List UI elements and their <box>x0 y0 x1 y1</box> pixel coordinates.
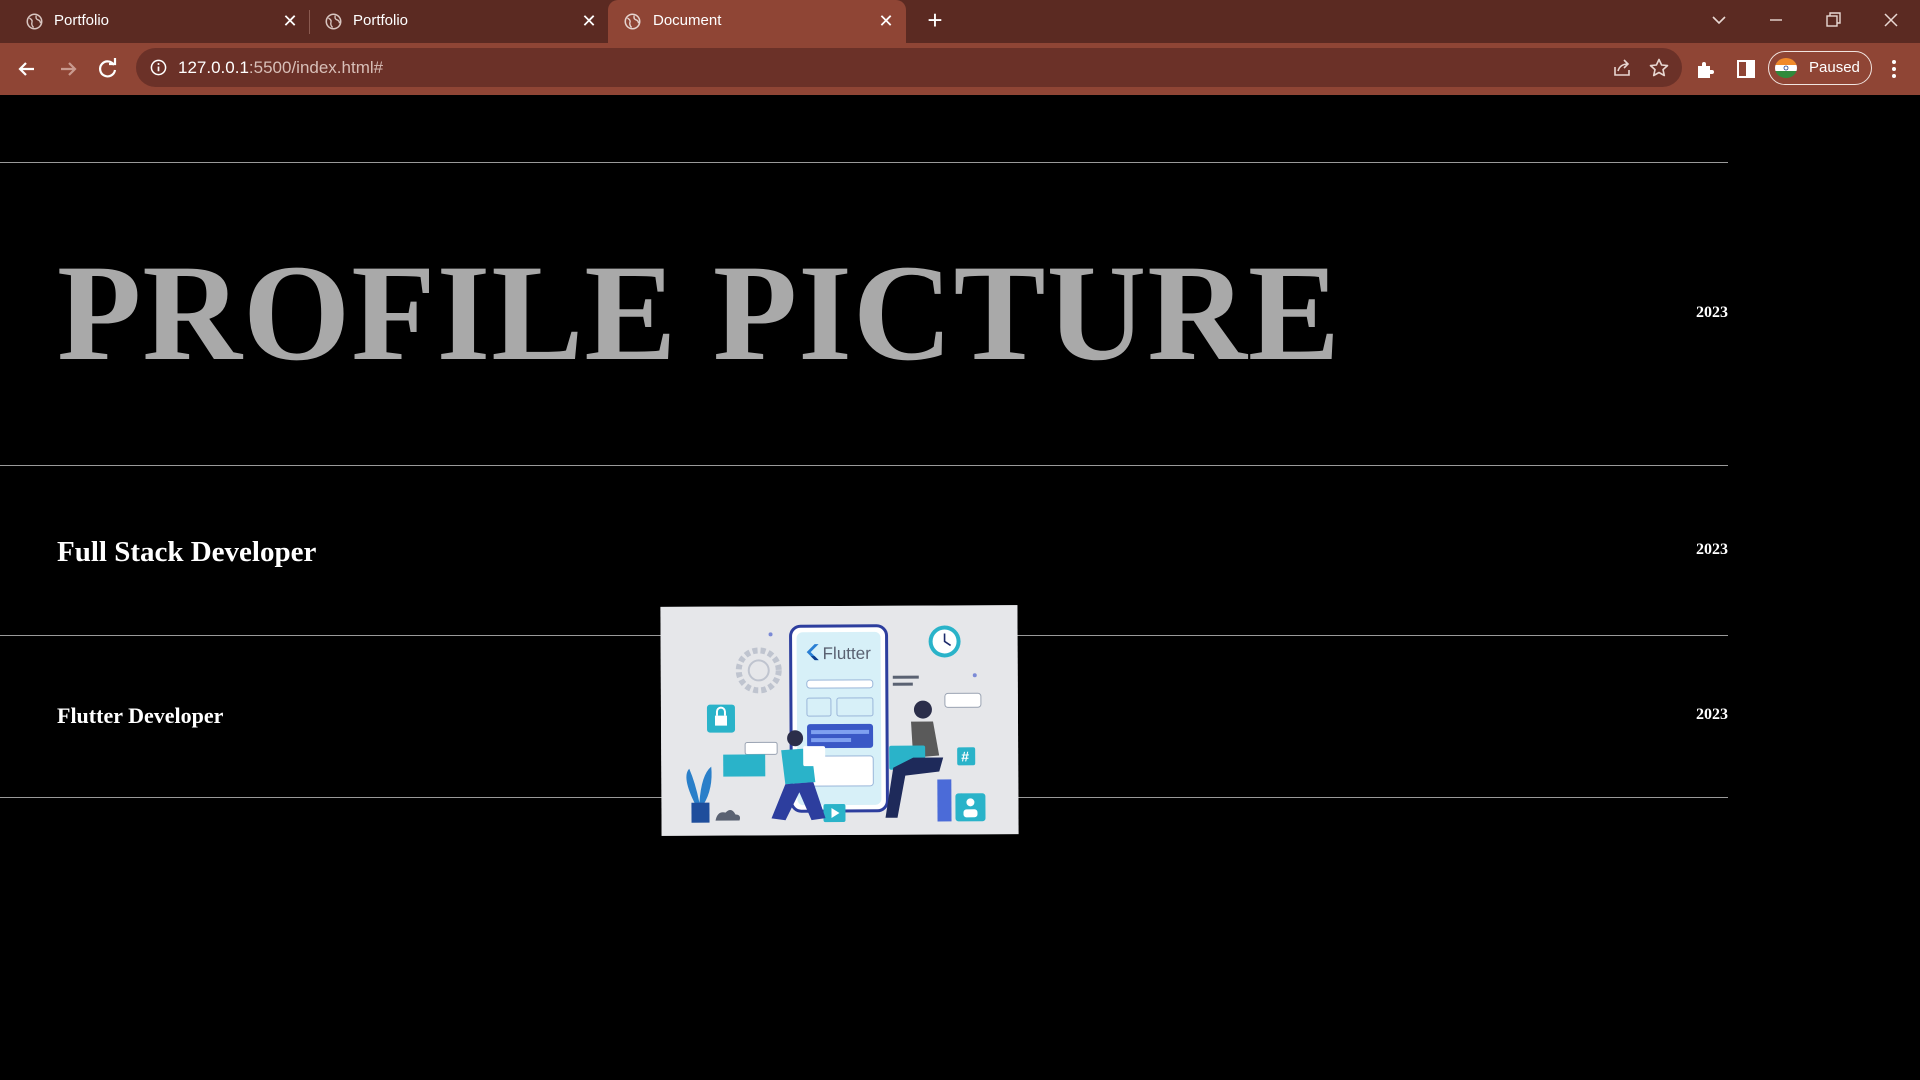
back-arrow-icon[interactable] <box>13 55 41 83</box>
kebab-menu-icon[interactable] <box>1882 57 1906 81</box>
lock-icon <box>706 704 736 733</box>
close-tab-button[interactable]: ✕ <box>876 11 896 31</box>
tab-portfolio-2[interactable]: Portfolio ✕ <box>301 0 607 43</box>
url-text: 127.0.0.1:5500/index.html# <box>178 58 383 78</box>
user-card-icon <box>955 793 986 822</box>
project-title-flutter[interactable]: Flutter Developer <box>57 703 223 729</box>
info-icon[interactable] <box>150 59 167 76</box>
project-year: 2023 <box>1696 706 1728 723</box>
share-icon[interactable] <box>1612 58 1632 78</box>
project-title-full-stack[interactable]: Full Stack Developer <box>57 535 316 569</box>
hash-icon: # <box>957 747 976 766</box>
globe-icon <box>325 13 342 30</box>
tab-document[interactable]: Document ✕ <box>608 0 906 43</box>
new-tab-button[interactable]: + <box>922 7 948 34</box>
profile-button[interactable]: Paused <box>1768 51 1872 85</box>
globe-icon <box>624 13 641 30</box>
svg-text:#: # <box>961 748 969 764</box>
url-path: :5500/index.html# <box>248 58 384 77</box>
minimize-icon[interactable] <box>1761 6 1791 34</box>
chevron-down-icon[interactable] <box>1704 6 1734 34</box>
address-bar[interactable]: 127.0.0.1:5500/index.html# <box>136 48 1682 87</box>
play-icon <box>823 803 846 823</box>
project-title-profile-picture[interactable]: PROFILE PICTURE <box>57 233 1341 393</box>
close-tab-button[interactable]: ✕ <box>579 11 599 31</box>
forward-arrow-icon[interactable] <box>54 55 82 83</box>
project-year: 2023 <box>1696 304 1728 321</box>
close-icon[interactable] <box>1876 6 1906 34</box>
tab-title: Document <box>653 12 722 29</box>
page-content: PROFILE PICTURE 2023 Full Stack Develope… <box>0 95 1920 1080</box>
star-icon[interactable] <box>1648 57 1670 79</box>
side-panel-icon[interactable] <box>1734 57 1758 81</box>
project-year: 2023 <box>1696 541 1728 558</box>
flutter-illustration: Flutter # <box>660 605 1019 836</box>
globe-icon <box>26 13 43 30</box>
flutter-label: Flutter <box>823 644 872 663</box>
flutter-illustration-art: Flutter # <box>660 605 1019 836</box>
divider-line <box>0 465 1728 466</box>
tab-title: Portfolio <box>353 12 409 29</box>
extensions-icon[interactable] <box>1694 57 1718 81</box>
clock-icon <box>928 625 961 658</box>
tab-title: Portfolio <box>54 12 110 29</box>
divider-line <box>0 162 1728 163</box>
india-flag-icon <box>1775 58 1797 78</box>
browser-toolbar: 127.0.0.1:5500/index.html# Paused <box>0 43 1920 95</box>
restore-icon[interactable] <box>1818 6 1848 34</box>
url-host: 127.0.0.1 <box>178 58 249 77</box>
tab-strip: Portfolio ✕ Portfolio ✕ Document ✕ + <box>0 0 1920 43</box>
tab-portfolio-1[interactable]: Portfolio ✕ <box>0 0 306 43</box>
close-tab-button[interactable]: ✕ <box>280 11 300 31</box>
profile-status-label: Paused <box>1809 59 1860 76</box>
reload-icon[interactable] <box>94 55 122 83</box>
